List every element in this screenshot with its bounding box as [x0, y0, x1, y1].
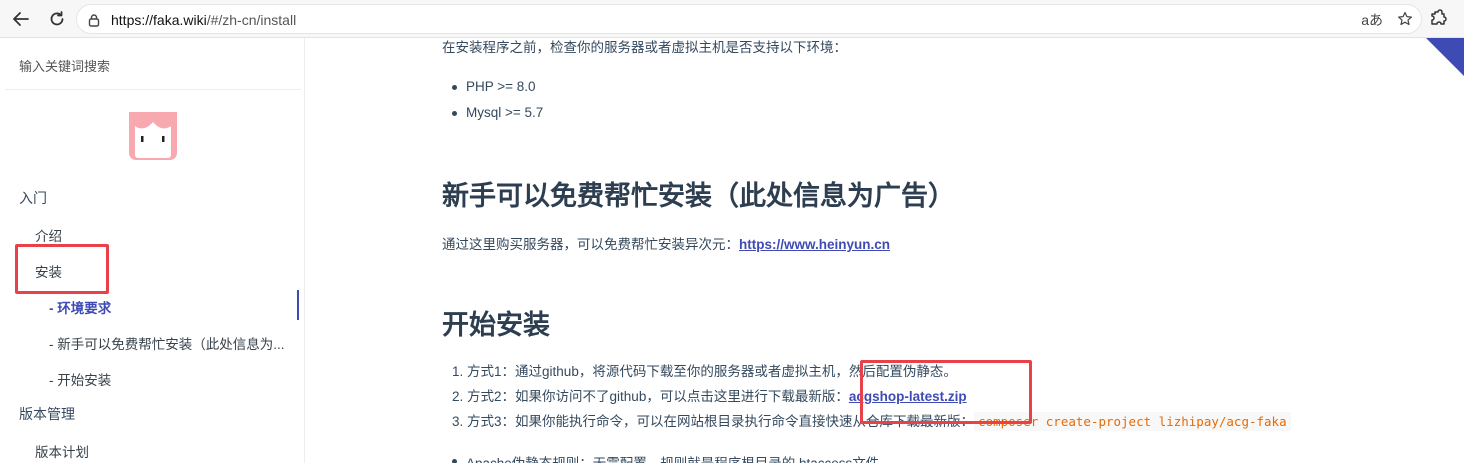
- requirement-php: PHP >= 8.0: [466, 79, 536, 94]
- heinyun-link[interactable]: https://www.heinyun.cn: [739, 237, 890, 252]
- url-path: /#/zh-cn/install: [206, 12, 297, 28]
- bullet: [452, 111, 457, 116]
- github-corner-icon[interactable]: [1426, 38, 1464, 76]
- sidebar-item-intro[interactable]: 介绍: [35, 225, 62, 245]
- search-box[interactable]: 输入关键词搜索: [5, 38, 301, 90]
- highlight-box-download: [860, 360, 1032, 424]
- active-indicator: [297, 290, 299, 320]
- sidebar-item-start-install[interactable]: - 开始安装: [49, 369, 111, 389]
- free-install-desc: 通过这里购买服务器，可以免费帮忙安装异次元：: [442, 237, 739, 252]
- read-aloud-icon[interactable]: aあ: [1361, 10, 1383, 30]
- free-install-text: 通过这里购买服务器，可以免费帮忙安装异次元：https://www.heinyu…: [442, 233, 890, 253]
- search-input[interactable]: 输入关键词搜索: [19, 56, 110, 75]
- method-num: 3.: [452, 414, 464, 429]
- apache-note: Apache伪静态规则：无需配置，规则就是程序根目录的.htaccess文件: [466, 452, 879, 463]
- method-text: 方式2：如果你访问不了github，可以点击这里进行下载最新版：: [467, 389, 849, 404]
- reload-icon[interactable]: [44, 6, 70, 32]
- site-info-icon[interactable]: [87, 13, 101, 27]
- url-text[interactable]: https://faka.wiki/#/zh-cn/install: [111, 12, 296, 28]
- sidebar-item-version-management[interactable]: 版本管理: [19, 404, 75, 424]
- sidebar: 输入关键词搜索 入门 介绍 安装 - 环境要求 - 新手可以免费帮忙安装（此处信…: [5, 38, 305, 463]
- sidebar-item-version-plan[interactable]: 版本计划: [35, 441, 89, 461]
- main-content: 在安装程序之前，检查你的服务器或者虚拟主机是否支持以下环境： PHP >= 8.…: [306, 38, 1464, 463]
- sidebar-item-requirements[interactable]: - 环境要求: [49, 297, 111, 317]
- heading-free-install: 新手可以免费帮忙安装（此处信息为广告）: [442, 181, 955, 211]
- star-icon[interactable]: [1397, 11, 1413, 30]
- method-num: 1.: [452, 364, 464, 379]
- back-arrow-icon[interactable]: [8, 6, 34, 32]
- sidebar-item-getting-started[interactable]: 入门: [19, 188, 47, 208]
- logo-avatar: [127, 110, 179, 162]
- highlight-box-install: [15, 244, 109, 294]
- sidebar-item-free-install[interactable]: - 新手可以免费帮忙安装（此处信息为...: [49, 333, 285, 353]
- heading-start-install: 开始安装: [442, 310, 550, 340]
- method-num: 2.: [452, 389, 464, 404]
- bullet: [452, 459, 457, 463]
- bullet: [452, 85, 457, 90]
- url-host: https://faka.wiki: [111, 12, 207, 28]
- extensions-icon[interactable]: [1428, 8, 1448, 28]
- intro-text: 在安装程序之前，检查你的服务器或者虚拟主机是否支持以下环境：: [442, 40, 847, 55]
- address-bar[interactable]: https://faka.wiki/#/zh-cn/install aあ: [76, 4, 1422, 34]
- browser-toolbar: https://faka.wiki/#/zh-cn/install aあ: [0, 0, 1464, 38]
- requirement-mysql: Mysql >= 5.7: [466, 105, 544, 120]
